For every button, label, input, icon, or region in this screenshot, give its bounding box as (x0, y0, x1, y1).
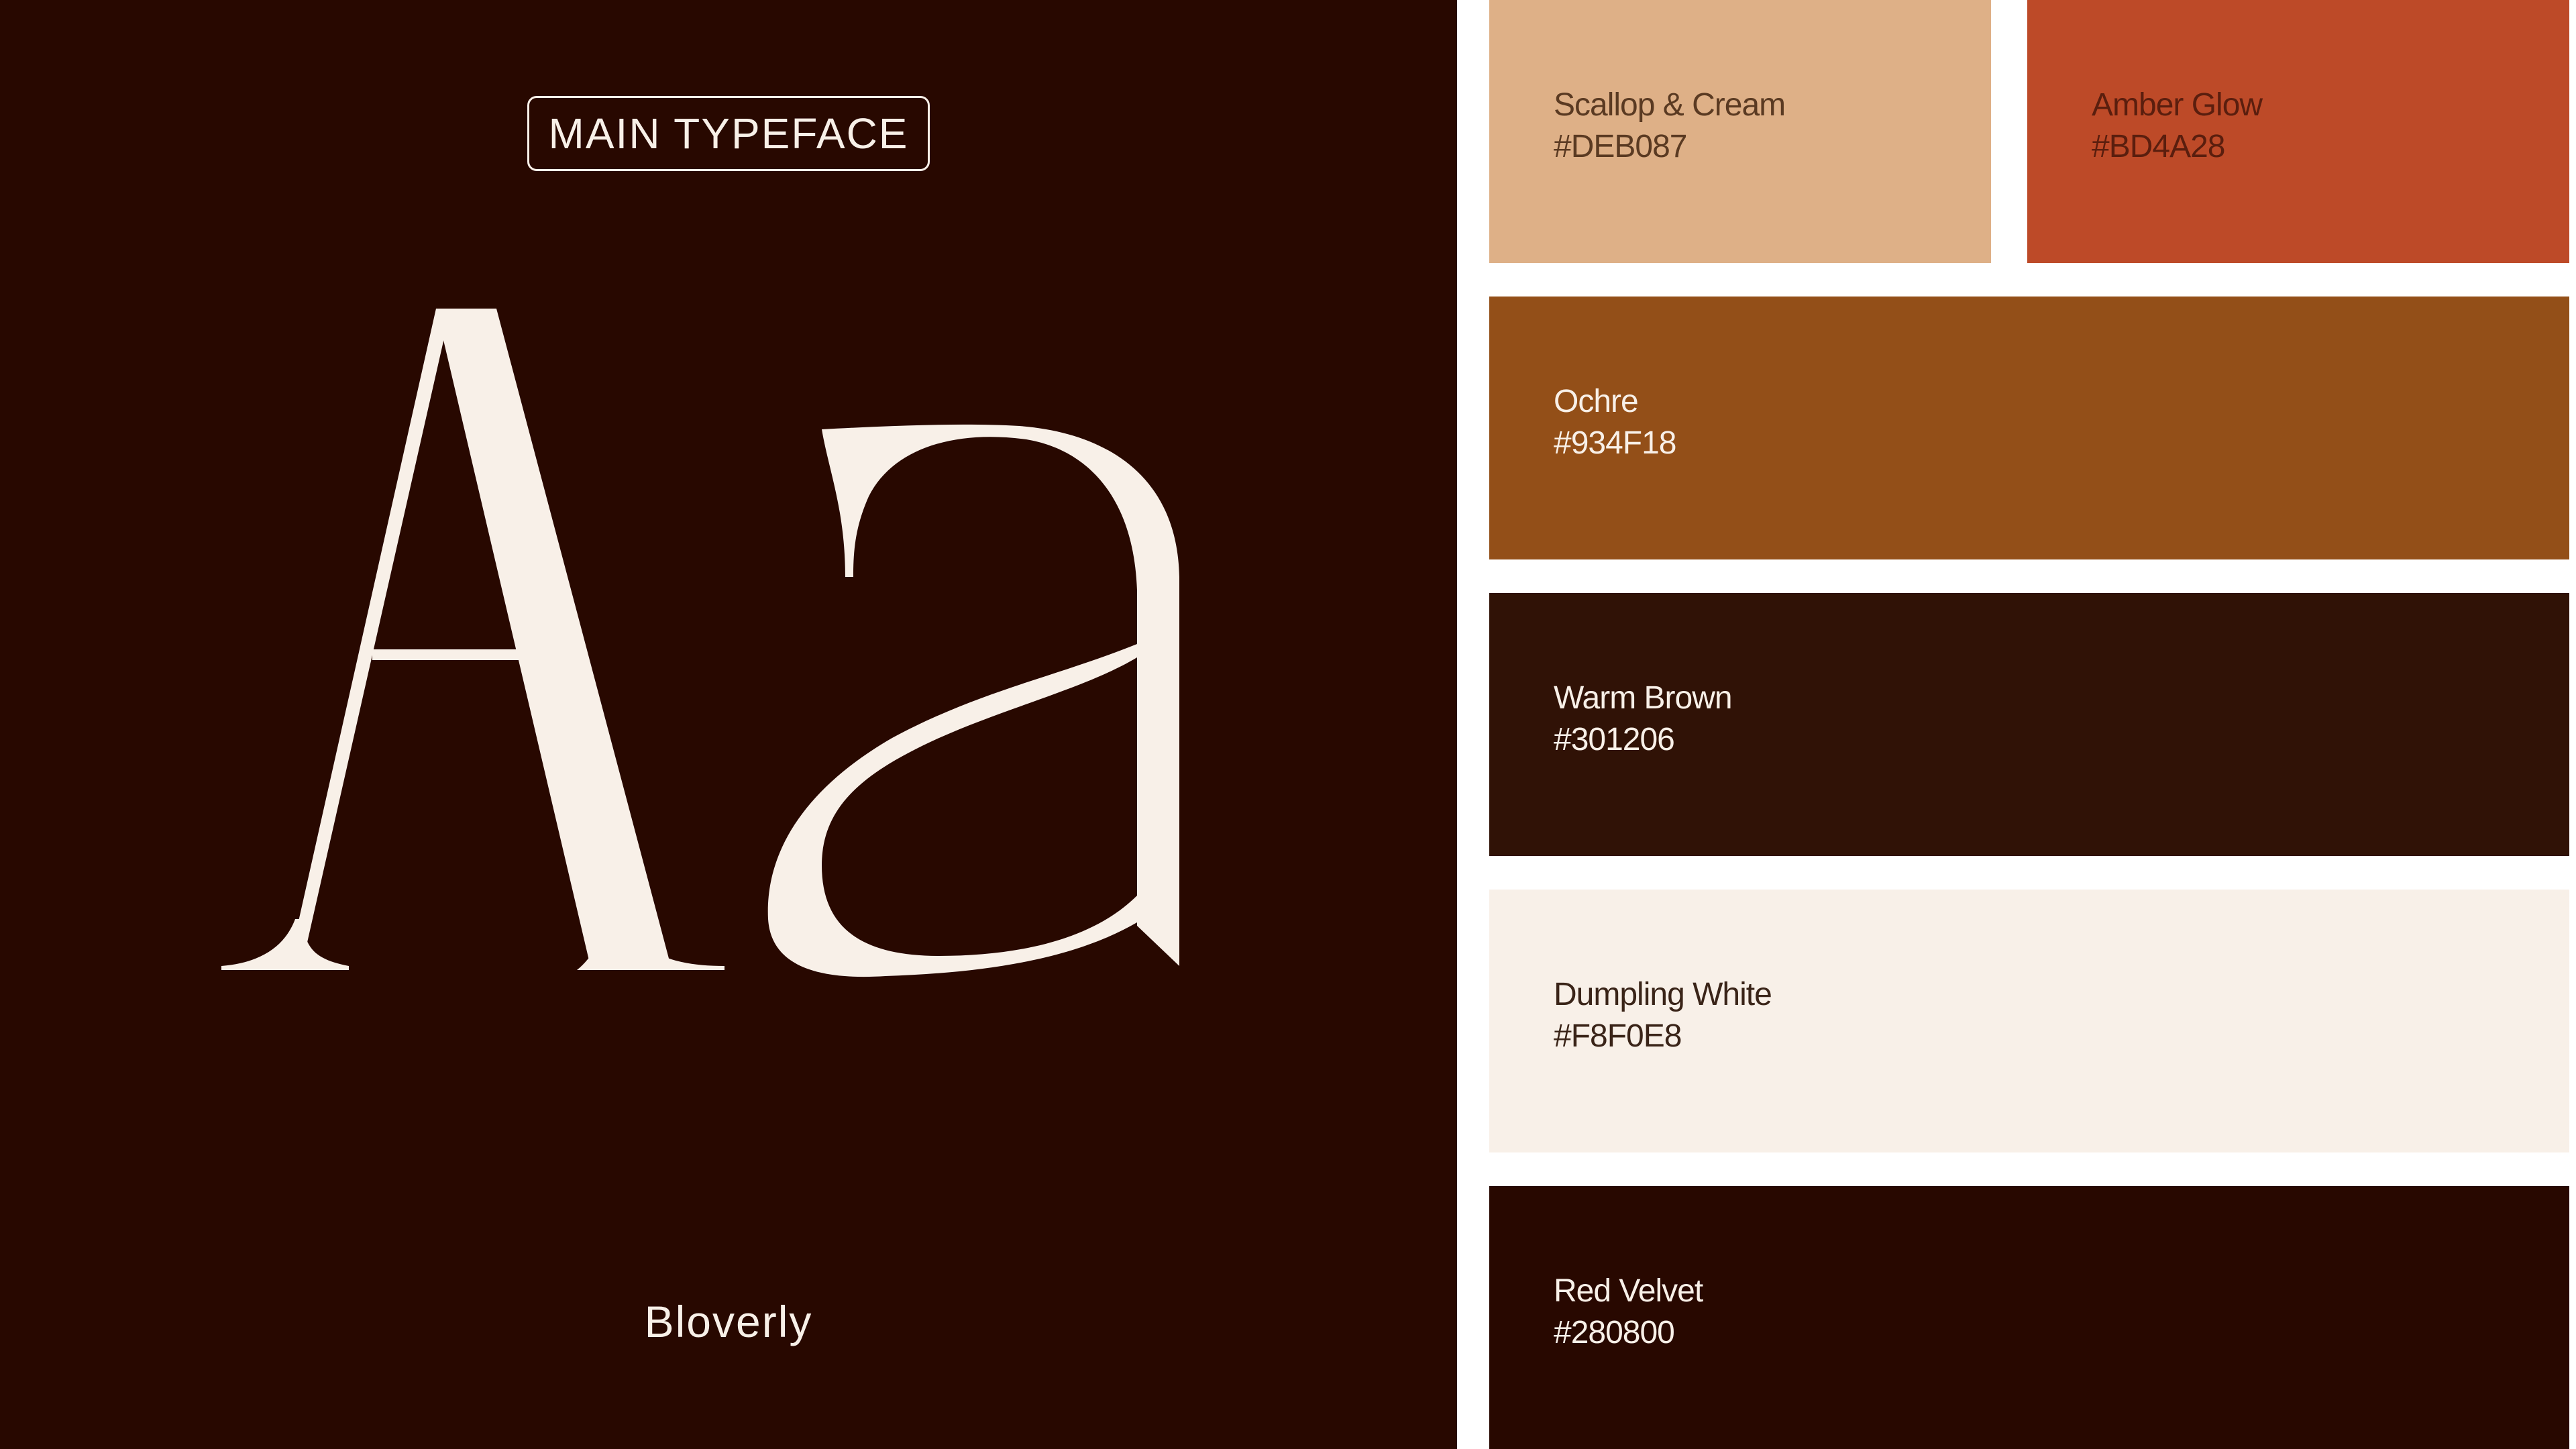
brand-sheet: MAIN TYPEFACE Bloverly Scallop & Cream #… (0, 0, 2576, 1449)
glyph-lowercase-a (767, 424, 1179, 977)
swatch-name: Amber Glow (2092, 87, 2263, 123)
glyph-uppercase-a (221, 309, 724, 970)
swatch-ochre: Ochre #934F18 (1489, 297, 2569, 559)
swatch-hex: #301206 (1554, 722, 1675, 757)
typeface-panel: MAIN TYPEFACE Bloverly (0, 0, 1457, 1449)
swatch-hex: #DEB087 (1554, 129, 1687, 164)
swatch-scallop-cream: Scallop & Cream #DEB087 (1489, 0, 1991, 263)
swatch-name: Red Velvet (1554, 1273, 1703, 1309)
swatch-name: Scallop & Cream (1554, 87, 1786, 123)
swatch-amber-glow: Amber Glow #BD4A28 (2027, 0, 2569, 263)
typeface-label: MAIN TYPEFACE (527, 96, 930, 171)
swatch-hex: #280800 (1554, 1315, 1675, 1350)
swatch-hex: #BD4A28 (2092, 129, 2225, 164)
swatch-name: Dumpling White (1554, 977, 1772, 1012)
swatch-warm-brown: Warm Brown #301206 (1489, 593, 2569, 856)
swatch-name: Ochre (1554, 384, 1639, 419)
swatch-hex: #934F18 (1554, 425, 1677, 461)
typeface-name: Bloverly (644, 1297, 813, 1346)
swatch-name: Warm Brown (1554, 680, 1733, 716)
typeface-glyph-sample (221, 309, 1179, 977)
swatch-hex: #F8F0E8 (1554, 1018, 1682, 1054)
swatch-red-velvet: Red Velvet #280800 (1489, 1186, 2569, 1449)
swatch-dumpling-white: Dumpling White #F8F0E8 (1489, 890, 2569, 1152)
